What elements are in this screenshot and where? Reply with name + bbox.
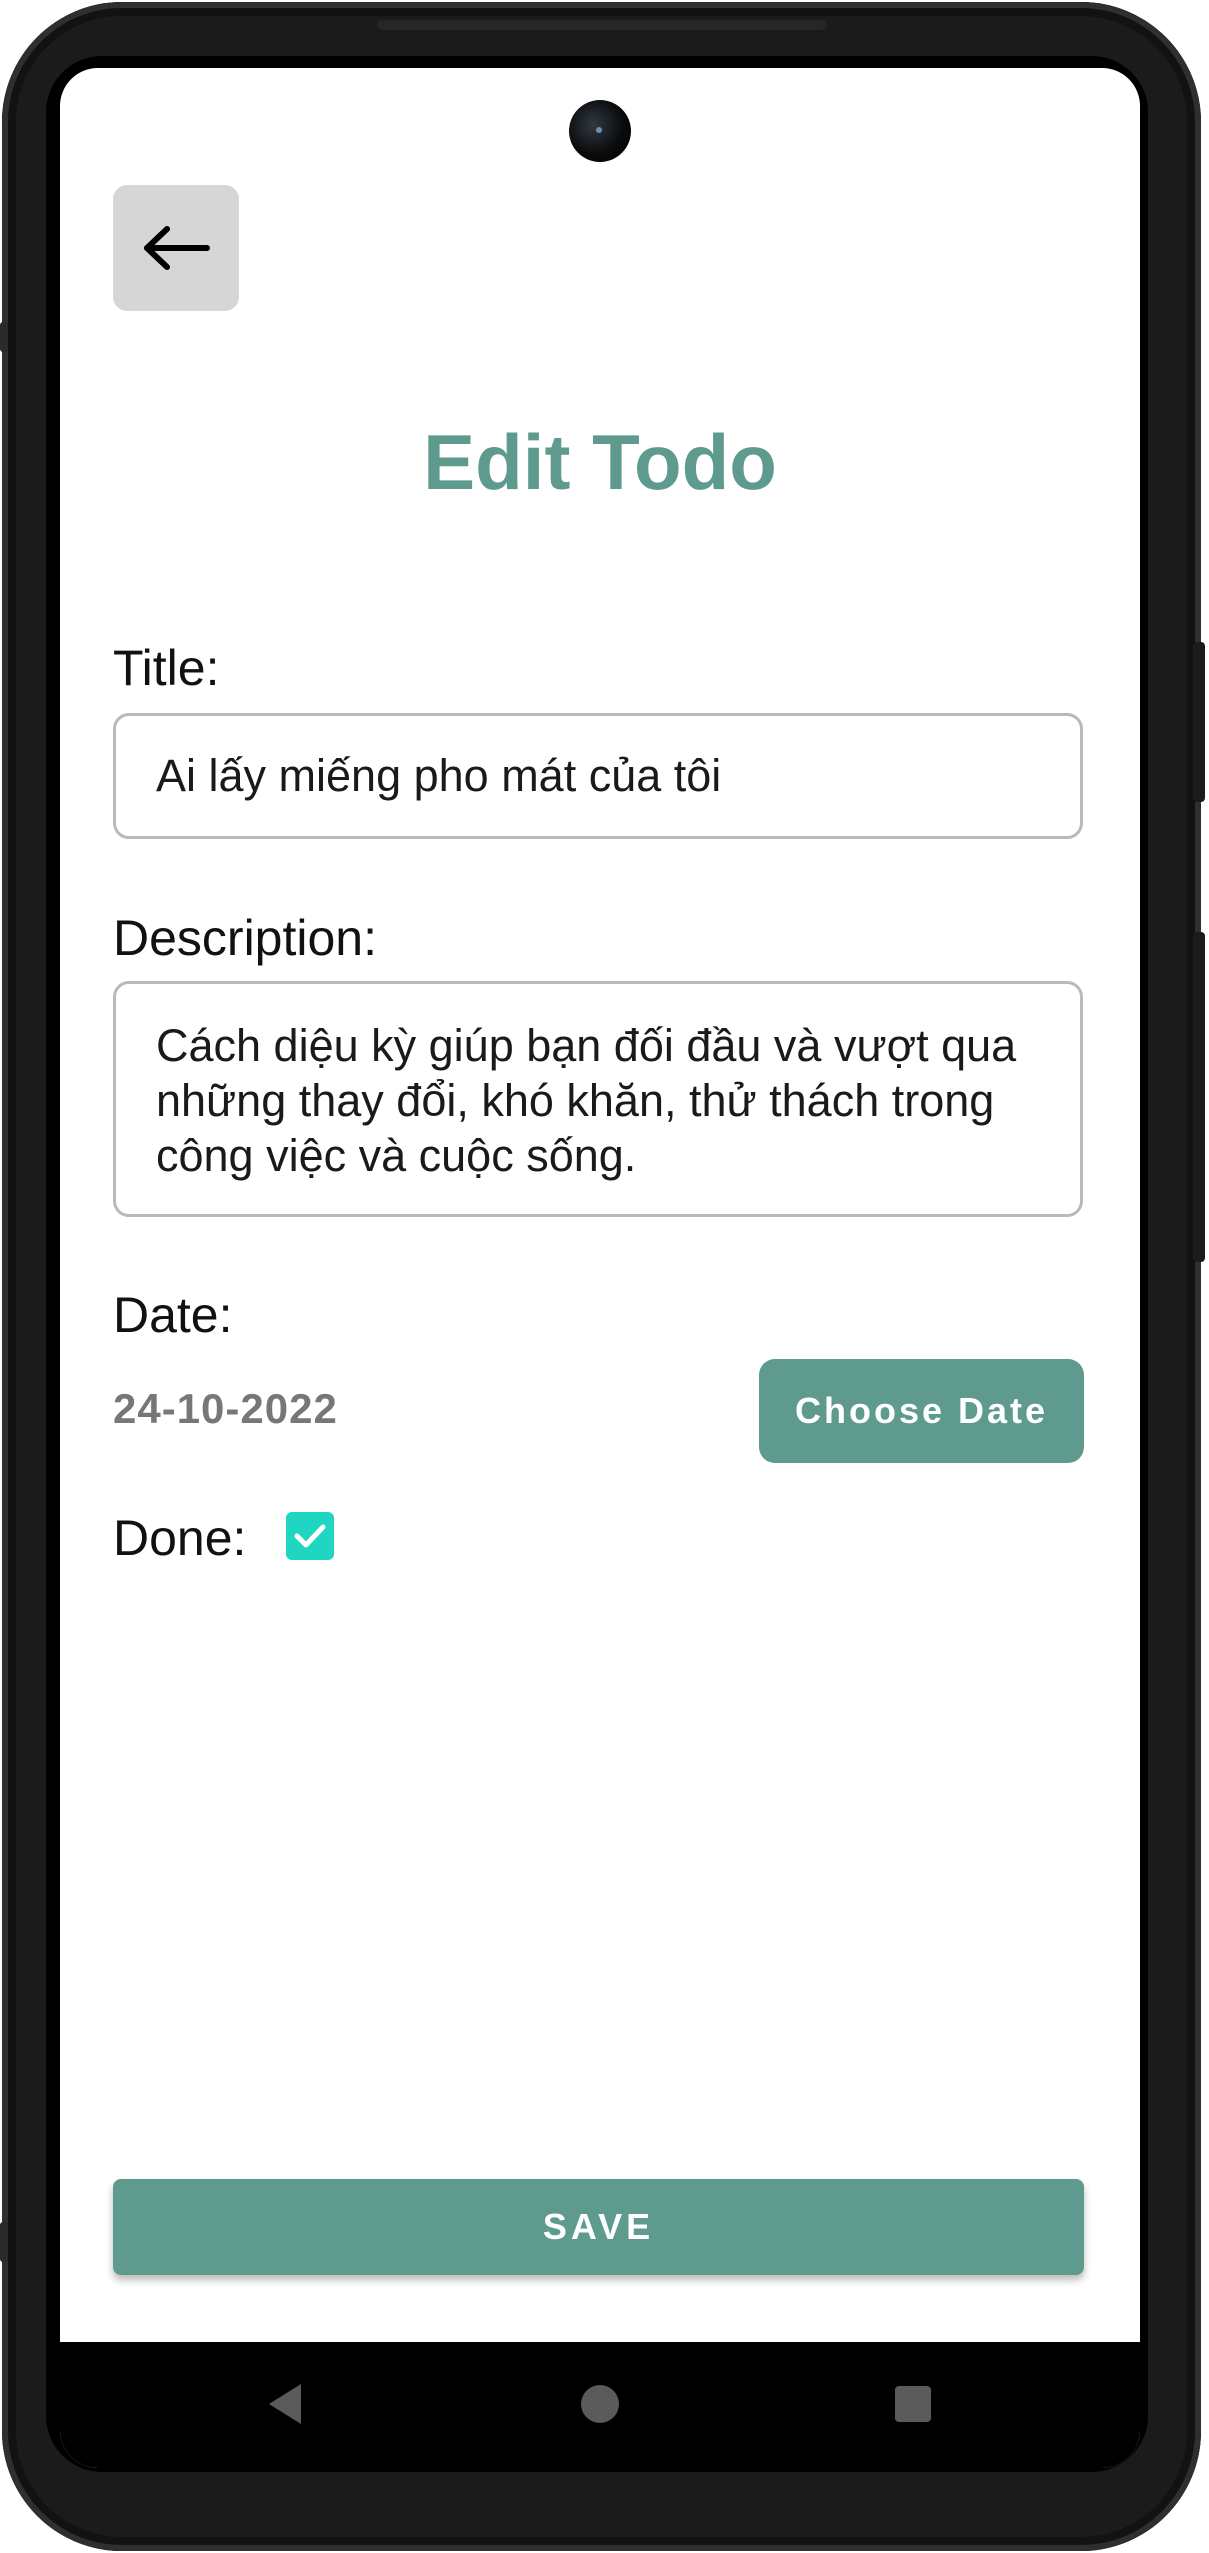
- speaker-slot: [377, 20, 827, 30]
- app-screen: Edit Todo Title: Ai lấy miếng pho mát củ…: [60, 68, 1140, 2468]
- choose-date-button[interactable]: Choose Date: [759, 1359, 1084, 1463]
- system-navigation-bar: [60, 2342, 1140, 2468]
- save-button[interactable]: SAVE: [113, 2179, 1084, 2275]
- volume-button: [1193, 642, 1205, 802]
- recents-square-icon: [895, 2386, 931, 2422]
- page-title: Edit Todo: [423, 418, 777, 506]
- back-button[interactable]: [113, 185, 239, 311]
- phone-frame: Edit Todo Title: Ai lấy miếng pho mát củ…: [0, 0, 1209, 2553]
- title-label: Title:: [113, 640, 220, 696]
- done-checkbox[interactable]: [286, 1512, 334, 1560]
- nav-home-button[interactable]: [568, 2372, 632, 2436]
- frame-rim-detail: [0, 322, 8, 352]
- checkmark-icon: [294, 1524, 326, 1548]
- description-label: Description:: [113, 910, 377, 966]
- arrow-left-icon: [144, 226, 210, 270]
- description-input-value: Cách diệu kỳ giúp bạn đối đầu và vượt qu…: [156, 1020, 1017, 1181]
- description-input[interactable]: Cách diệu kỳ giúp bạn đối đầu và vượt qu…: [113, 981, 1083, 1217]
- home-circle-icon: [581, 2385, 619, 2423]
- title-input-value: Ai lấy miếng pho mát của tôi: [156, 750, 722, 801]
- done-label: Done:: [113, 1510, 247, 1566]
- frame-rim-detail: [0, 2222, 8, 2262]
- front-camera: [569, 100, 631, 162]
- date-value: 24-10-2022: [113, 1385, 338, 1432]
- nav-back-button[interactable]: [253, 2372, 317, 2436]
- date-label: Date:: [113, 1287, 233, 1343]
- power-button: [1193, 932, 1205, 1262]
- back-triangle-icon: [269, 2384, 301, 2424]
- title-input[interactable]: Ai lấy miếng pho mát của tôi: [113, 713, 1083, 839]
- nav-recents-button[interactable]: [881, 2372, 945, 2436]
